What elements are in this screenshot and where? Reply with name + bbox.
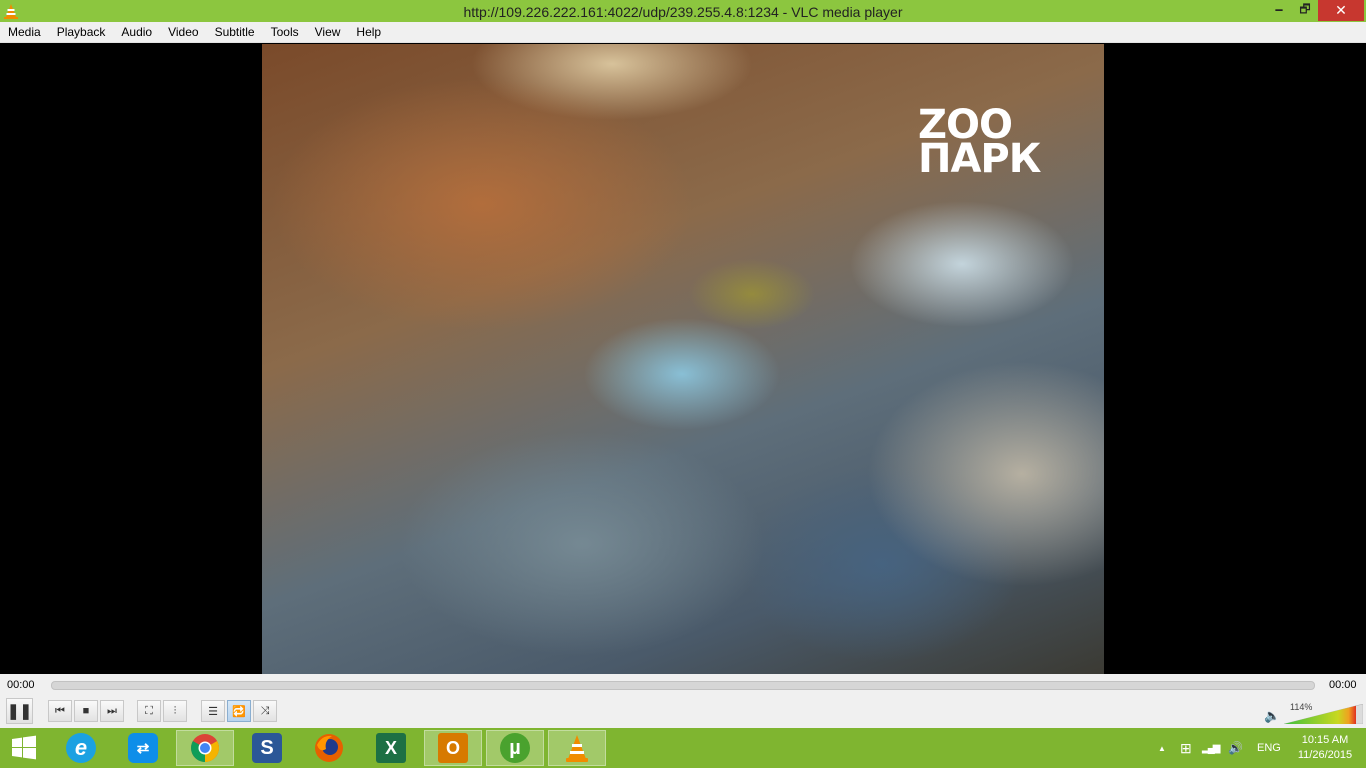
maximize-button[interactable]: 🗗 <box>1292 0 1318 21</box>
fullscreen-icon: ⛶ <box>145 704 153 717</box>
firefox-icon <box>315 734 343 762</box>
clock-date: 11/26/2015 <box>1297 749 1353 761</box>
chrome-icon <box>191 734 219 762</box>
channel-logo: ZOO ПАРК <box>918 105 1041 182</box>
taskbar-internet-explorer[interactable]: e <box>52 730 110 766</box>
network-icon[interactable]: ▂▄▆ <box>1202 728 1221 768</box>
taskbar-app-s[interactable]: S <box>238 730 296 766</box>
taskbar-outlook[interactable]: O <box>424 730 482 766</box>
controls-bar: ❚❚ ⏮ ■ ⏭ ⛶ ⫶ ☰ 🔁 ⤨ 🔈 114% <box>0 696 1366 728</box>
stop-button[interactable]: ■ <box>74 700 98 722</box>
loop-button[interactable]: 🔁 <box>227 700 251 722</box>
menu-view[interactable]: View <box>307 22 349 43</box>
taskbar-vlc[interactable] <box>548 730 606 766</box>
windows-logo-icon <box>12 735 36 760</box>
utorrent-icon: µ <box>500 733 530 763</box>
show-hidden-icons-button[interactable]: ▲ <box>1158 728 1166 768</box>
window-title: http://109.226.222.161:4022/udp/239.255.… <box>463 3 903 20</box>
next-icon: ⏭ <box>107 704 117 717</box>
extended-settings-button[interactable]: ⫶ <box>163 700 187 722</box>
random-button[interactable]: ⤨ <box>253 700 277 722</box>
previous-icon: ⏮ <box>55 704 65 717</box>
menu-media[interactable]: Media <box>0 22 49 43</box>
taskbar-excel[interactable]: X <box>362 730 420 766</box>
menu-audio[interactable]: Audio <box>113 22 160 43</box>
taskbar-chrome[interactable] <box>176 730 234 766</box>
pause-icon: ❚❚ <box>6 703 33 720</box>
volume-slider[interactable] <box>1284 704 1363 724</box>
menu-subtitle[interactable]: Subtitle <box>207 22 263 43</box>
taskbar-clock[interactable]: 10:15 AM 11/26/2015 <box>1292 733 1358 763</box>
stop-icon: ■ <box>82 705 90 717</box>
close-button[interactable]: ✕ <box>1318 0 1364 21</box>
start-button[interactable] <box>0 730 48 766</box>
volume-fill <box>1284 704 1356 724</box>
outlook-icon: O <box>438 733 468 763</box>
tray-volume-icon[interactable]: 🔊 <box>1228 728 1243 768</box>
previous-button[interactable]: ⏮ <box>48 700 72 722</box>
app-s-icon: S <box>252 733 282 763</box>
menu-bar: Media Playback Audio Video Subtitle Tool… <box>0 22 1366 43</box>
menu-playback[interactable]: Playback <box>49 22 114 43</box>
menu-tools[interactable]: Tools <box>263 22 307 43</box>
menu-help[interactable]: Help <box>348 22 389 43</box>
seek-row: 00:00 00:00 <box>0 674 1366 696</box>
taskbar: e ⇄ S X O µ ▲ ⊞ ▂▄▆ 🔊 ENG 10:15 AM 11/26… <box>0 728 1366 768</box>
clock-time: 10:15 AM <box>1301 734 1349 746</box>
speaker-icon[interactable]: 🔈 <box>1264 708 1280 724</box>
menu-video[interactable]: Video <box>160 22 206 43</box>
action-center-icon[interactable]: ⊞ <box>1180 728 1192 768</box>
vlc-icon <box>566 735 588 762</box>
playlist-icon: ☰ <box>208 705 218 718</box>
total-time: 00:00 <box>1329 679 1357 691</box>
title-bar: http://109.226.222.161:4022/udp/239.255.… <box>0 0 1366 22</box>
playlist-button[interactable]: ☰ <box>201 700 225 722</box>
taskbar-utorrent[interactable]: µ <box>486 730 544 766</box>
video-frame[interactable]: ZOO ПАРК <box>262 44 1104 674</box>
channel-logo-line2: ПАРК <box>918 136 1041 182</box>
language-indicator[interactable]: ENG <box>1257 728 1281 768</box>
video-area[interactable]: ZOO ПАРК <box>0 44 1366 674</box>
vlc-cone-icon <box>4 4 18 19</box>
teamviewer-icon: ⇄ <box>128 733 158 763</box>
seek-bar[interactable] <box>51 681 1315 690</box>
internet-explorer-icon: e <box>66 733 96 763</box>
equalizer-icon: ⫶ <box>173 704 177 717</box>
next-button[interactable]: ⏭ <box>100 700 124 722</box>
taskbar-firefox[interactable] <box>300 730 358 766</box>
fullscreen-button[interactable]: ⛶ <box>137 700 161 722</box>
taskbar-teamviewer[interactable]: ⇄ <box>114 730 172 766</box>
minimize-button[interactable]: 🗕 <box>1266 0 1292 21</box>
pause-button[interactable]: ❚❚ <box>6 698 33 724</box>
loop-icon: 🔁 <box>232 705 246 718</box>
excel-icon: X <box>376 733 406 763</box>
shuffle-icon: ⤨ <box>260 704 270 717</box>
elapsed-time: 00:00 <box>7 679 35 691</box>
